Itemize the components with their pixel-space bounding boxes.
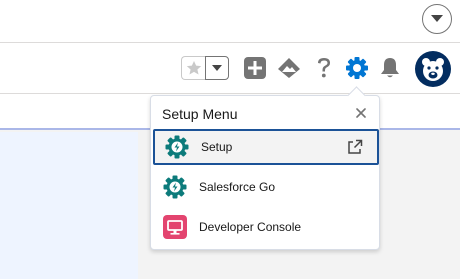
setup-gear-button[interactable] <box>345 56 369 80</box>
menu-item-setup[interactable]: Setup <box>153 129 379 165</box>
gear-icon <box>346 57 368 79</box>
help-icon <box>318 58 330 78</box>
favorites-button[interactable] <box>181 56 205 80</box>
content-panel <box>0 132 138 279</box>
favorites-list-button[interactable] <box>205 56 229 80</box>
menu-item-label: Developer Console <box>199 220 302 234</box>
menu-item-label: Setup <box>201 140 233 154</box>
setup-menu-popover: Setup Menu Setup Salesforce Go Developer… <box>150 95 380 250</box>
bear-avatar-icon <box>422 58 444 81</box>
help-button[interactable] <box>312 56 336 80</box>
menu-item-salesforce-go[interactable]: Salesforce Go <box>153 169 379 205</box>
favorites-group <box>181 56 229 80</box>
star-icon <box>186 61 201 75</box>
global-dropdown-button[interactable] <box>422 4 452 34</box>
close-button[interactable] <box>353 105 369 121</box>
notifications-button[interactable] <box>378 56 402 80</box>
menu-item-label: Salesforce Go <box>199 180 276 194</box>
global-actions-button[interactable] <box>243 56 267 80</box>
salesforce-go-item-icon <box>163 175 187 199</box>
trailhead-button[interactable] <box>277 56 301 80</box>
trailhead-icon <box>278 58 300 78</box>
top-utility-bar <box>0 0 460 43</box>
open-in-new-tab-button[interactable] <box>347 139 363 155</box>
chevron-down-icon <box>431 15 443 22</box>
gear-icon <box>163 175 187 199</box>
chevron-down-icon <box>212 65 222 71</box>
setup-item-icon <box>165 135 189 159</box>
close-icon <box>356 108 366 118</box>
user-avatar-button[interactable] <box>415 51 451 87</box>
console-icon <box>163 215 187 239</box>
bell-icon <box>381 58 399 78</box>
external-link-icon <box>348 139 363 154</box>
plus-icon <box>244 57 266 79</box>
menu-item-developer-console[interactable]: Developer Console <box>153 209 379 245</box>
developer-console-item-icon <box>163 215 187 239</box>
gear-icon <box>165 135 189 159</box>
setup-menu-title: Setup Menu <box>162 106 238 122</box>
setup-menu-header: Setup Menu <box>151 96 379 129</box>
